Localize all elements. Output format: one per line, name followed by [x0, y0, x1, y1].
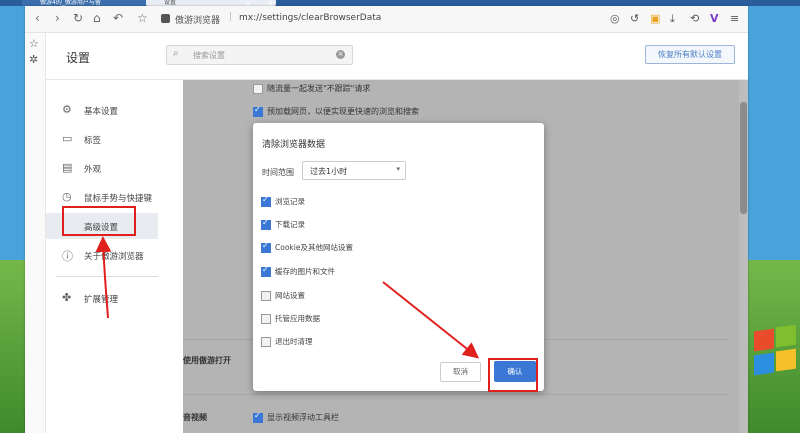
arrow-to-advanced — [95, 236, 112, 319]
annotation-arrows — [95, 236, 480, 359]
arrow-to-confirm — [382, 281, 480, 359]
